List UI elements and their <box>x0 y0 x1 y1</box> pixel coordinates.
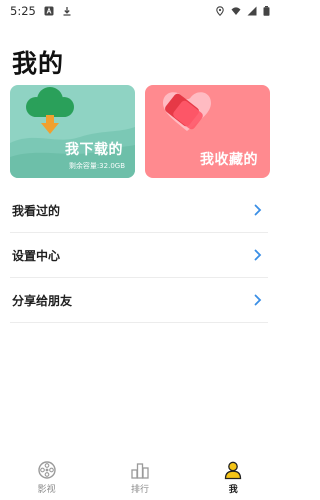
chevron-right-icon <box>254 204 262 216</box>
storage-remaining: 剩余容量:32.0GB <box>68 162 125 170</box>
chevron-right-icon <box>254 249 262 261</box>
wifi-icon <box>231 7 241 15</box>
my-downloads-title: 我下载的 <box>65 142 123 158</box>
download-cloud-tree-icon <box>26 87 74 134</box>
signal-icon <box>247 6 257 16</box>
menu-item-label: 设置中心 <box>12 248 61 263</box>
heart-icon <box>163 92 211 131</box>
chevron-right-icon <box>254 294 262 306</box>
tab-label: 排行 <box>130 485 149 495</box>
ranking-icon <box>131 463 149 479</box>
user-icon <box>225 461 242 480</box>
menu-item-watch-history[interactable]: 我看过的 <box>10 188 268 233</box>
bottom-nav: 影视 排行 我 <box>0 452 280 500</box>
my-downloads-card[interactable]: 我下载的 剩余容量:32.0GB <box>10 85 135 178</box>
menu-item-share[interactable]: 分享给朋友 <box>10 278 268 323</box>
tab-label: 影视 <box>37 485 56 495</box>
menu-item-settings[interactable]: 设置中心 <box>10 233 268 278</box>
page-title: 我的 <box>12 49 65 78</box>
tab-ranking[interactable]: 排行 <box>110 460 170 495</box>
tab-movies[interactable]: 影视 <box>17 460 77 495</box>
battery-icon <box>263 6 270 16</box>
app-a-icon <box>44 6 54 16</box>
film-reel-icon <box>37 461 56 479</box>
tab-label: 我 <box>228 485 238 495</box>
menu-list: 我看过的 设置中心 分享给朋友 <box>10 188 268 323</box>
status-right <box>215 6 270 16</box>
menu-item-label: 我看过的 <box>12 203 61 218</box>
status-left: 5:25 <box>10 4 72 18</box>
download-status-icon <box>63 7 71 16</box>
menu-item-label: 分享给朋友 <box>12 293 73 308</box>
my-favorites-card[interactable]: 我收藏的 <box>145 85 270 178</box>
tab-me[interactable]: 我 <box>203 460 263 495</box>
my-favorites-title: 我收藏的 <box>200 152 258 168</box>
location-icon <box>216 6 224 16</box>
status-time: 5:25 <box>10 4 36 18</box>
status-bar: 5:25 <box>0 0 280 22</box>
